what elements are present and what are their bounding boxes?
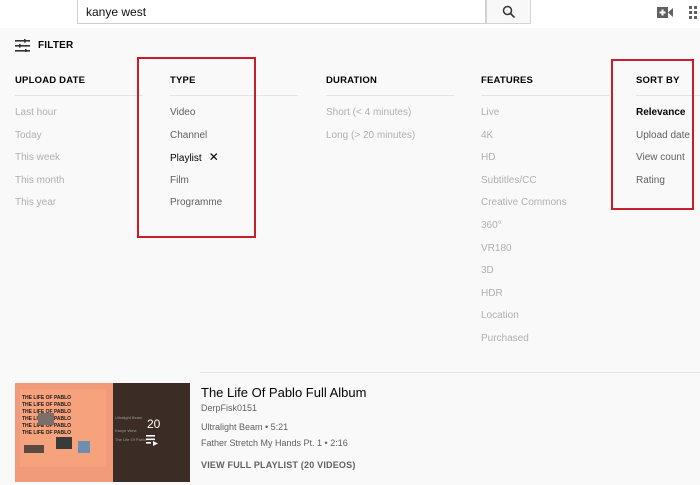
filter-option-purchased[interactable]: Purchased [481,333,609,356]
cover-photo [24,445,44,453]
playlist-track[interactable]: Father Stretch My Hands Pt. 1 • 2:16 [201,438,348,448]
playlist-title[interactable]: The Life Of Pablo Full Album [201,385,366,400]
apps-grid-icon[interactable] [689,6,700,20]
highlight-box-sort-by [611,59,694,210]
filter-option-subtitles[interactable]: Subtitles/CC [481,175,609,198]
playlist-icon [146,435,158,446]
filter-group-title: DURATION [326,75,378,86]
playlist-thumbnail[interactable]: THE LIFE OF PABLO THE LIFE OF PABLO THE … [15,383,190,482]
filter-option-this-week[interactable]: This week [15,152,143,175]
top-bar: kanye west [0,0,700,28]
filter-button[interactable]: FILTER [15,39,73,52]
cover-photo [56,437,72,449]
filter-option-vr180[interactable]: VR180 [481,243,609,266]
cover-photo [38,413,54,425]
view-full-playlist-link[interactable]: VIEW FULL PLAYLIST (20 VIDEOS) [201,460,356,470]
filter-option-hd[interactable]: HD [481,152,609,175]
overlay-text: The Life Of Pablo [115,437,147,442]
filter-option-live[interactable]: Live [481,107,609,130]
playlist-video-count: 20 [147,417,161,431]
filter-option-short[interactable]: Short (< 4 minutes) [326,107,454,130]
filter-group-upload-date: UPLOAD DATE Last hour Today This week Th… [15,75,143,220]
filter-label: FILTER [38,40,74,51]
filter-option-last-hour[interactable]: Last hour [15,107,143,130]
cover-photo [78,441,90,453]
filter-sliders-icon [15,39,30,52]
video-camera-icon[interactable] [657,7,673,18]
divider [481,95,609,96]
channel-name[interactable]: DerpFisk0151 [201,403,257,413]
filter-option-today[interactable]: Today [15,130,143,153]
playlist-track[interactable]: Ultralight Beam • 5:21 [201,422,288,432]
filter-group-title: UPLOAD DATE [15,75,86,86]
filter-option-creative-commons[interactable]: Creative Commons [481,197,609,220]
filter-group-features: FEATURES Live 4K HD Subtitles/CC Creativ… [481,75,609,356]
search-button[interactable] [486,0,531,24]
overlay-text: Ultralight Beam [115,415,143,420]
cover-text: THE LIFE OF PABLO [22,430,72,436]
filter-group-duration: DURATION Short (< 4 minutes) Long (> 20 … [326,75,454,152]
album-cover-art: THE LIFE OF PABLO THE LIFE OF PABLO THE … [20,389,106,467]
results-divider [200,372,700,373]
filter-option-this-year[interactable]: This year [15,197,143,220]
filter-option-this-month[interactable]: This month [15,175,143,198]
filter-option-hdr[interactable]: HDR [481,288,609,311]
search-input[interactable]: kanye west [77,0,486,24]
highlight-box-type [137,57,256,238]
filter-group-title: FEATURES [481,75,534,86]
filter-option-3d[interactable]: 3D [481,265,609,288]
divider [326,95,454,96]
playlist-overlay: Ultralight Beam Kanye West The Life Of P… [113,383,190,482]
overlay-text: Kanye West [115,428,137,433]
search-icon [502,5,516,19]
filter-option-4k[interactable]: 4K [481,130,609,153]
cover-text: THE LIFE OF PABLO [22,402,72,408]
cover-text: THE LIFE OF PABLO [22,395,72,401]
filter-option-360[interactable]: 360° [481,220,609,243]
filter-option-location[interactable]: Location [481,310,609,333]
divider [15,95,143,96]
filter-option-long[interactable]: Long (> 20 minutes) [326,130,454,153]
